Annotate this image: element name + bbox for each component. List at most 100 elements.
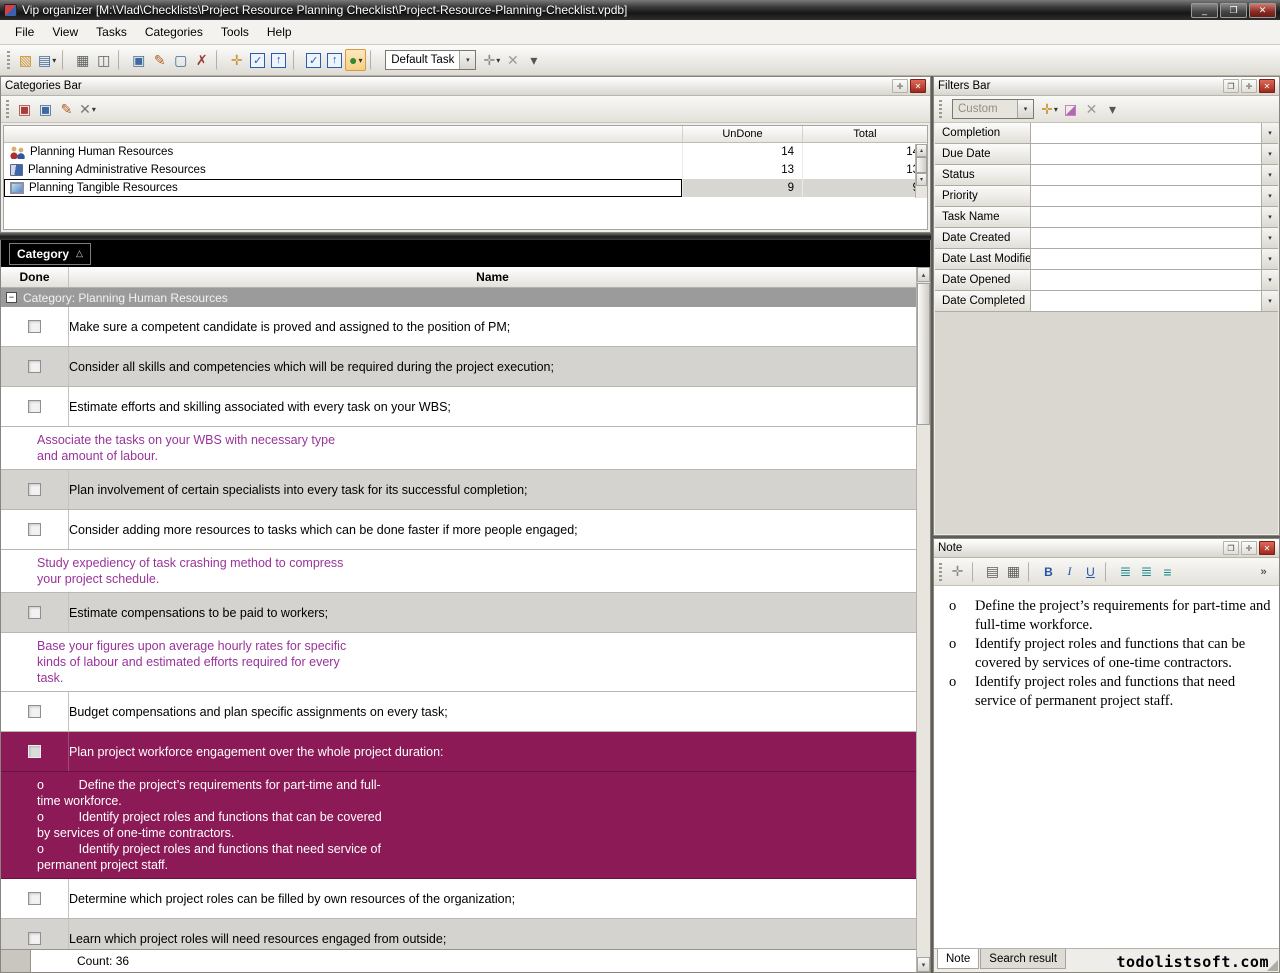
filter-dropdown-button[interactable]: ▾ — [1261, 123, 1278, 143]
toolbar-grip[interactable] — [939, 100, 942, 118]
delete-category-icon[interactable]: ✕ ▾ — [77, 98, 98, 120]
filter-dropdown-button[interactable]: ▾ — [1261, 186, 1278, 206]
category-row[interactable]: Planning Tangible Resources 9 9 — [4, 179, 927, 197]
filter-options-icon[interactable]: ▾ ▾ — [1102, 98, 1123, 120]
task-row[interactable]: Determine which project roles can be fil… — [1, 879, 916, 919]
menu-item[interactable]: View — [43, 21, 87, 43]
task-checkbox[interactable] — [28, 892, 41, 905]
print-note-icon[interactable]: ▦ ▾ — [1003, 561, 1024, 583]
filter-dropdown-button[interactable]: ▾ — [1261, 207, 1278, 227]
scrollbar-thumb[interactable] — [917, 283, 930, 425]
task-checkbox[interactable] — [28, 932, 41, 945]
default-task-combo[interactable]: Default Task ▾ — [385, 50, 476, 70]
close-icon[interactable]: ✕ — [1259, 79, 1275, 93]
filter-label[interactable]: Date Opened — [935, 270, 1031, 290]
filter-value-field[interactable] — [1031, 249, 1261, 269]
filter-dropdown-button[interactable]: ▾ — [1261, 270, 1278, 290]
filter-value-field[interactable] — [1031, 291, 1261, 311]
category-row[interactable]: Planning Human Resources 14 14 — [4, 143, 927, 161]
task-row[interactable]: Budget compensations and plan specific a… — [1, 692, 916, 732]
close-icon[interactable]: ✕ — [910, 79, 926, 93]
task-checkbox[interactable] — [28, 745, 41, 758]
note-panel-tab[interactable]: Search result — [980, 949, 1066, 969]
menu-item[interactable]: File — [6, 21, 43, 43]
menu-item[interactable]: Tools — [212, 21, 258, 43]
move-up-icon[interactable]: ↑ ▾ — [324, 49, 345, 71]
undone-column-header[interactable]: UnDone — [682, 126, 802, 142]
filter-value-field[interactable] — [1031, 144, 1261, 164]
toolbar-grip[interactable] — [6, 100, 9, 118]
filter-label[interactable]: Date Last Modifie — [935, 249, 1031, 269]
filter-dropdown-button[interactable]: ▾ — [1261, 291, 1278, 311]
edit-task-icon[interactable]: ✎ ▾ — [149, 49, 170, 71]
filter-dropdown-button[interactable]: ▾ — [1261, 228, 1278, 248]
filter-label[interactable]: Completion — [935, 123, 1031, 143]
task-row[interactable]: Make sure a competent candidate is prove… — [1, 307, 916, 347]
filter-value-field[interactable] — [1031, 123, 1261, 143]
filter-label[interactable]: Date Completed — [935, 291, 1031, 311]
task-row[interactable]: Plan involvement of certain specialists … — [1, 470, 916, 510]
toolbar-grip[interactable] — [939, 563, 942, 581]
filter-value-field[interactable] — [1031, 186, 1261, 206]
toolbar-grip[interactable] — [7, 51, 10, 69]
note-panel-tab[interactable]: Note — [937, 949, 979, 969]
task-row[interactable]: Learn which project roles will need reso… — [1, 919, 916, 949]
align-left-icon[interactable]: ≣ ▾ — [1115, 561, 1136, 583]
task-checkbox[interactable] — [28, 705, 41, 718]
task-checkbox[interactable] — [28, 320, 41, 333]
filter-label[interactable]: Status — [935, 165, 1031, 185]
resize-grip[interactable] — [1267, 960, 1278, 971]
maximize-button[interactable]: ❐ — [1220, 3, 1247, 18]
category-row[interactable]: Planning Administrative Resources 13 13 — [4, 161, 927, 179]
scroll-down-icon[interactable]: ▾ — [916, 173, 927, 186]
add-subcategory-icon[interactable]: ▣ ▾ — [35, 98, 56, 120]
pin-icon[interactable]: ✛ — [1241, 79, 1257, 93]
scroll-down-icon[interactable]: ▾ — [917, 957, 930, 972]
open-organizer-icon[interactable]: ▤ ▾ — [36, 49, 58, 71]
task-row[interactable]: Estimate compensations to be paid to wor… — [1, 593, 916, 633]
task-row[interactable]: Study expediency of task crashing method… — [1, 550, 916, 593]
filter-value-field[interactable] — [1031, 165, 1261, 185]
print-preview-icon[interactable]: ◫ ▾ — [93, 49, 114, 71]
mark-complete-icon[interactable]: ✓ ▾ — [303, 49, 324, 71]
online-sync-icon[interactable]: ● ▾ — [345, 49, 366, 71]
task-row[interactable]: Estimate efforts and skilling associated… — [1, 387, 916, 427]
task-list-scrollbar[interactable]: ▴ ▾ — [916, 267, 930, 972]
move-task-icon[interactable]: ↑ ▾ — [268, 49, 289, 71]
category-group-row[interactable]: − Category: Planning Human Resources — [1, 288, 916, 307]
filter-value-field[interactable] — [1031, 270, 1261, 290]
bullet-list-icon[interactable]: ≡ ▾ — [1157, 561, 1178, 583]
pin-icon[interactable]: ✛ — [1241, 541, 1257, 555]
filter-label[interactable]: Date Created — [935, 228, 1031, 248]
filter-dropdown-button[interactable]: ▾ — [1261, 165, 1278, 185]
menu-item[interactable]: Categories — [136, 21, 212, 43]
print-icon[interactable]: ▦ ▾ — [72, 49, 93, 71]
export-note-icon[interactable]: ▤ ▾ — [982, 561, 1003, 583]
task-checkbox[interactable] — [28, 360, 41, 373]
filter-value-field[interactable] — [1031, 207, 1261, 227]
scroll-up-icon[interactable]: ▴ — [917, 267, 930, 282]
delete-filter-icon[interactable]: ✕ ▾ — [1081, 98, 1102, 120]
duplicate-task-icon[interactable]: ▢ ▾ — [170, 49, 191, 71]
edit-category-icon[interactable]: ✎ ▾ — [56, 98, 77, 120]
note-content[interactable]: o Define the project’s requirements for … — [934, 586, 1279, 948]
clear-filter-icon[interactable]: ◪ ▾ — [1060, 98, 1081, 120]
delete-task-icon[interactable]: ✗ ▾ — [191, 49, 212, 71]
manage-task-icon[interactable]: ✛ ▾ — [481, 49, 502, 71]
done-column-header[interactable]: Done — [1, 267, 69, 287]
scrollbar-thumb[interactable] — [916, 157, 927, 173]
task-checkbox[interactable] — [28, 523, 41, 536]
maximize-icon[interactable]: ❐ — [1223, 79, 1239, 93]
sort-field-chip[interactable]: Category △ — [9, 243, 91, 265]
delete-icon[interactable]: ✕ ▾ — [502, 49, 523, 71]
toolbar-overflow-icon[interactable]: » ▾ — [1253, 561, 1274, 583]
new-organizer-icon[interactable]: ▧ ▾ — [15, 49, 36, 71]
filter-label[interactable]: Priority — [935, 186, 1031, 206]
italic-icon[interactable]: I ▾ — [1059, 561, 1080, 583]
task-checkbox[interactable] — [28, 400, 41, 413]
task-row[interactable]: Base your figures upon average hourly ra… — [1, 633, 916, 692]
task-row[interactable]: Associate the tasks on your WBS with nec… — [1, 427, 916, 470]
toolbar-options-icon[interactable]: ▾ ▾ — [523, 49, 544, 71]
task-row[interactable]: Consider adding more resources to tasks … — [1, 510, 916, 550]
total-column-header[interactable]: Total — [802, 126, 927, 142]
